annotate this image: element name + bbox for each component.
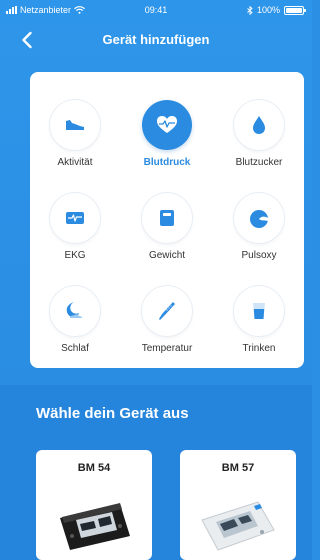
pulse-oximeter-icon: [250, 210, 268, 228]
status-right: 100%: [247, 5, 306, 15]
category-blutzucker[interactable]: Blutzucker: [214, 82, 304, 172]
category-label: Trinken: [242, 343, 276, 354]
category-icon-wrap: [50, 100, 100, 150]
device-name: BM 54: [77, 462, 111, 474]
page-title: Gerät hinzufügen: [102, 32, 210, 47]
nav-bar: Gerät hinzufügen: [0, 20, 312, 60]
battery-icon: [284, 5, 306, 15]
category-aktivitaet[interactable]: Aktivität: [30, 82, 120, 172]
category-icon-wrap: [234, 286, 284, 336]
category-label: Pulsoxy: [241, 250, 277, 261]
category-label: Blutzucker: [235, 157, 283, 168]
category-label: Schlaf: [61, 343, 89, 354]
category-icon-wrap: [50, 193, 100, 243]
category-grid: Aktivität Blutdruck Blutzucker EKG Gewic…: [30, 72, 304, 368]
battery-percent: 100%: [256, 5, 280, 15]
category-label: Temperatur: [141, 343, 193, 354]
category-label: Gewicht: [148, 250, 186, 261]
heart-pulse-icon: [157, 116, 177, 133]
category-label: Aktivität: [57, 157, 93, 168]
category-card: Aktivität Blutdruck Blutzucker EKG Gewic…: [30, 72, 304, 368]
category-schlaf[interactable]: Schlaf: [30, 268, 120, 358]
blood-pressure-monitor-black-image: [60, 503, 130, 550]
category-trinken[interactable]: Trinken: [214, 268, 304, 358]
device-card-bm54[interactable]: BM 54: [36, 450, 152, 560]
sneaker-icon: [66, 120, 84, 130]
category-icon-wrap: [142, 100, 192, 150]
ecg-monitor-icon: [66, 212, 84, 224]
category-icon-wrap: [234, 100, 284, 150]
category-ekg[interactable]: EKG: [30, 175, 120, 265]
device-card-bm57[interactable]: BM 57: [180, 450, 296, 560]
category-label: Blutdruck: [143, 157, 191, 168]
device-name: BM 57: [221, 462, 255, 474]
bluetooth-icon: [247, 5, 253, 15]
category-icon-wrap: [142, 286, 192, 336]
category-icon-wrap: [50, 286, 100, 336]
thermometer-icon: [159, 302, 175, 320]
glass-icon: [253, 303, 265, 319]
drop-icon: [253, 116, 265, 134]
device-section-heading: Wähle dein Gerät aus: [36, 405, 189, 422]
category-temperatur[interactable]: Temperatur: [122, 268, 212, 358]
category-gewicht[interactable]: Gewicht: [122, 175, 212, 265]
scale-icon: [160, 210, 174, 226]
category-pulsoxy[interactable]: Pulsoxy: [214, 175, 304, 265]
blood-pressure-monitor-white-image: [201, 501, 275, 551]
status-bar: Netzanbieter 09:41 100%: [0, 0, 312, 20]
category-icon-wrap: [234, 193, 284, 243]
category-label: EKG: [64, 250, 86, 261]
category-icon-wrap: [142, 193, 192, 243]
moon-cloud-icon: [66, 302, 82, 318]
category-blutdruck[interactable]: Blutdruck: [122, 82, 212, 172]
